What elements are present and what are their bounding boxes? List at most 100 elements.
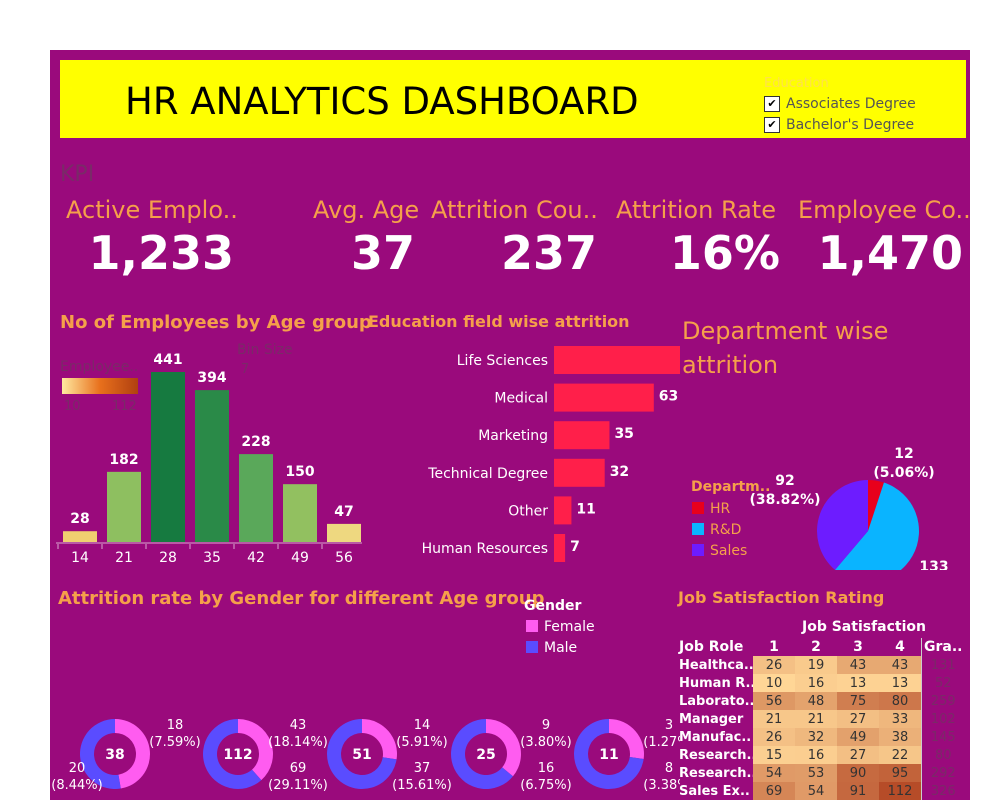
heatmap-cell[interactable]: 48: [795, 692, 837, 710]
heatmap-cell[interactable]: 27: [837, 710, 879, 728]
heatmap-cell[interactable]: 26: [753, 728, 795, 746]
heatmap-cell[interactable]: 43: [837, 656, 879, 674]
heatmap-cell[interactable]: 56: [753, 692, 795, 710]
legend-label: R&D: [710, 522, 742, 538]
education-bar-label: 32: [610, 464, 629, 480]
age-bar-label: 28: [70, 511, 89, 527]
education-bar[interactable]: [554, 383, 654, 412]
dashboard-title: HR ANALYTICS DASHBOARD: [125, 80, 639, 123]
grand-total-cell: 259: [921, 692, 965, 710]
table-row[interactable]: Research.. 15 16 27 22 80: [677, 746, 965, 764]
heatmap-cell[interactable]: 27: [837, 746, 879, 764]
heatmap-cell[interactable]: 38: [879, 728, 922, 746]
checkbox-checked-icon[interactable]: ✔: [764, 96, 780, 112]
table-row[interactable]: Human R.. 10 16 13 13 52: [677, 674, 965, 692]
legend-label: Female: [544, 619, 595, 635]
heatmap-cell[interactable]: 43: [879, 656, 922, 674]
heatmap-cell[interactable]: 53: [795, 764, 837, 782]
heatmap-cell[interactable]: 21: [795, 710, 837, 728]
education-bar[interactable]: [554, 496, 572, 525]
heatmap-cell[interactable]: 15: [753, 746, 795, 764]
checkbox-checked-icon[interactable]: ✔: [764, 117, 780, 133]
heatmap-cell[interactable]: 91: [837, 782, 879, 800]
legend-item-female[interactable]: Female: [526, 617, 595, 638]
education-bar-label: 11: [576, 501, 595, 517]
grand-total-cell: 80: [921, 746, 965, 764]
education-bar[interactable]: [554, 421, 610, 450]
age-bar[interactable]: [327, 523, 361, 542]
gender-female-value-label: 3: [665, 718, 673, 733]
table-row[interactable]: Manufac.. 26 32 49 38 145: [677, 728, 965, 746]
heatmap-cell[interactable]: 54: [795, 782, 837, 800]
table-row[interactable]: Sales Ex.. 69 54 91 112 326: [677, 782, 965, 800]
table-row[interactable]: Healthca.. 26 19 43 43 131: [677, 656, 965, 674]
header-grand-total[interactable]: Gra..: [921, 638, 965, 656]
header-job-role[interactable]: Job Role: [677, 638, 753, 656]
heatmap-cell[interactable]: 90: [837, 764, 879, 782]
gender-male-percent-label: (29.11%): [268, 778, 328, 793]
heatmap-cell[interactable]: 54: [753, 764, 795, 782]
education-bar[interactable]: [554, 458, 605, 487]
age-bar[interactable]: [107, 471, 141, 542]
age-bar-label: 394: [197, 370, 226, 386]
header-col-1[interactable]: 1: [753, 638, 795, 656]
education-bar[interactable]: [554, 534, 566, 562]
heatmap-cell[interactable]: 13: [837, 674, 879, 692]
heatmap-cell[interactable]: 32: [795, 728, 837, 746]
table-row[interactable]: Laborato.. 56 48 75 80 259: [677, 692, 965, 710]
heatmap-cell[interactable]: 16: [795, 674, 837, 692]
table-row[interactable]: Manager 21 21 27 33 102: [677, 710, 965, 728]
heatmap-cell[interactable]: 69: [753, 782, 795, 800]
job-role-cell: Healthca..: [679, 657, 753, 673]
age-bar-label: 47: [334, 504, 353, 520]
education-bar[interactable]: [554, 346, 680, 374]
heatmap-cell[interactable]: 95: [879, 764, 922, 782]
heatmap-cell[interactable]: 10: [753, 674, 795, 692]
department-attrition-title: Department wise attrition: [682, 314, 888, 382]
education-category-label: Medical: [494, 391, 548, 407]
gender-female-percent-label: (1.27%): [643, 735, 680, 750]
grand-total-cell: 326: [921, 782, 965, 800]
heatmap-cell[interactable]: 21: [753, 710, 795, 728]
heatmap-cell[interactable]: 49: [837, 728, 879, 746]
education-option-bachelors[interactable]: ✔ Bachelor's Degree: [764, 117, 914, 133]
job-satisfaction-table: Job Role 1 2 3 4 Gra.. Healthca.. 26 19 43 4…: [677, 638, 965, 800]
department-legend-title: Departm..: [691, 479, 771, 495]
header-col-3[interactable]: 3: [837, 638, 879, 656]
legend-item-hr[interactable]: HR: [692, 499, 747, 520]
heatmap-cell[interactable]: 80: [879, 692, 922, 710]
age-bar[interactable]: [195, 390, 229, 542]
kpi-label-employee-count: Employee Co..: [798, 196, 970, 224]
age-tick-label: 14: [71, 550, 89, 566]
gender-donut-center-label: 112: [223, 747, 252, 763]
heatmap-cell[interactable]: 13: [879, 674, 922, 692]
gender-male-value-label: 8: [665, 761, 673, 776]
job-role-cell: Sales Ex..: [679, 783, 750, 799]
department-legend: HR R&D Sales: [692, 499, 747, 562]
table-row[interactable]: Research.. 54 53 90 95 292: [677, 764, 965, 782]
age-bar[interactable]: [239, 454, 273, 542]
heatmap-cell[interactable]: 16: [795, 746, 837, 764]
legend-item-sales[interactable]: Sales: [692, 541, 747, 562]
kpi-label-attrition-rate: Attrition Rate: [616, 196, 776, 224]
gender-female-value-label: 9: [542, 718, 550, 733]
heatmap-cell[interactable]: 33: [879, 710, 922, 728]
age-bar[interactable]: [151, 372, 185, 542]
gender-donut-center-label: 38: [105, 747, 124, 763]
heatmap-cell[interactable]: 22: [879, 746, 922, 764]
heatmap-cell[interactable]: 19: [795, 656, 837, 674]
header-col-4[interactable]: 4: [879, 638, 922, 656]
education-option-associates[interactable]: ✔ Associates Degree: [764, 96, 916, 112]
age-bar-label: 182: [109, 452, 138, 468]
gender-female-percent-label: (18.14%): [268, 735, 328, 750]
heatmap-cell[interactable]: 26: [753, 656, 795, 674]
legend-item-rd[interactable]: R&D: [692, 520, 747, 541]
heatmap-cell[interactable]: 112: [879, 782, 922, 800]
header-col-2[interactable]: 2: [795, 638, 837, 656]
age-bar[interactable]: [63, 531, 97, 542]
heatmap-cell[interactable]: 75: [837, 692, 879, 710]
age-bar[interactable]: [283, 484, 317, 542]
job-satisfaction-title: Job Satisfaction Rating: [678, 588, 885, 607]
gender-male-value-label: 16: [538, 761, 555, 776]
age-tick-label: 49: [291, 550, 309, 566]
